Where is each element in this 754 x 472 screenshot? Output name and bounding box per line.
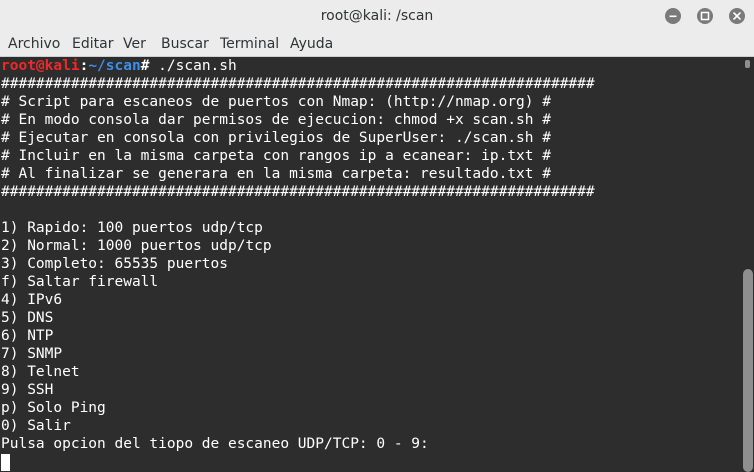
output-line: 2) Normal: 1000 puertos udp/tcp bbox=[1, 238, 272, 254]
scroll-stepper[interactable] bbox=[745, 60, 750, 68]
maximize-button[interactable] bbox=[697, 8, 713, 24]
text-cursor bbox=[1, 454, 10, 471]
output-line: 7) SNMP bbox=[1, 346, 63, 362]
menu-editar[interactable]: Editar bbox=[72, 32, 113, 56]
maximize-icon bbox=[700, 11, 710, 21]
output-line: # En modo consola dar permisos de ejecuc… bbox=[1, 112, 551, 128]
output-line: # Script para escaneos de puertos con Nm… bbox=[1, 94, 551, 110]
output-line: f) Saltar firewall bbox=[1, 274, 159, 290]
terminal-output[interactable]: root@kali:~/scan# ./scan.sh ############… bbox=[0, 57, 740, 472]
input-prompt-line: Pulsa opcion del tiopo de escaneo UDP/TC… bbox=[1, 436, 429, 452]
output-line: # Al finalizar se generara en la misma c… bbox=[1, 166, 551, 182]
menu-ayuda[interactable]: Ayuda bbox=[290, 32, 333, 56]
prompt-line: root@kali:~/scan# ./scan.sh bbox=[1, 57, 237, 75]
menu-buscar[interactable]: Buscar bbox=[161, 32, 209, 56]
title-bar[interactable]: root@kali: /scan bbox=[0, 0, 754, 33]
output-line: 9) SSH bbox=[1, 382, 54, 398]
output-line: ########################################… bbox=[1, 184, 595, 200]
output-line: 6) NTP bbox=[1, 328, 54, 344]
output-line: ########################################… bbox=[1, 76, 595, 92]
close-button[interactable] bbox=[729, 8, 745, 24]
minimize-button[interactable] bbox=[665, 8, 681, 24]
output-line: # Ejecutar en consola con privilegios de… bbox=[1, 130, 551, 146]
prompt-path: ~/scan bbox=[88, 58, 141, 74]
window-title: root@kali: /scan bbox=[320, 8, 434, 24]
scrollbar-thumb[interactable] bbox=[743, 269, 753, 472]
output-line: # Incluir en la misma carpeta con rangos… bbox=[1, 148, 551, 164]
menu-archivo[interactable]: Archivo bbox=[8, 32, 60, 56]
terminal-window: root@kali: /scan Archivo Editar Ver Busc… bbox=[0, 0, 754, 472]
output-line: 0) Salir bbox=[1, 418, 71, 434]
terminal-scrollbar[interactable] bbox=[740, 57, 754, 472]
prompt-command: ./scan.sh bbox=[149, 58, 237, 74]
output-line: 4) IPv6 bbox=[1, 292, 63, 308]
close-icon bbox=[733, 12, 741, 20]
menu-ver[interactable]: Ver bbox=[123, 32, 146, 56]
prompt-user-host: root@kali bbox=[1, 58, 80, 74]
menu-terminal[interactable]: Terminal bbox=[220, 32, 279, 56]
prompt-separator: : bbox=[79, 58, 89, 74]
output-line: 8) Telnet bbox=[1, 364, 80, 380]
output-line: 1) Rapido: 100 puertos udp/tcp bbox=[1, 220, 263, 236]
output-line: 5) DNS bbox=[1, 310, 54, 326]
output-line: 3) Completo: 65535 puertos bbox=[1, 256, 228, 272]
minimize-icon bbox=[669, 15, 677, 18]
menu-bar: Archivo Editar Ver Buscar Terminal Ayuda bbox=[0, 32, 754, 57]
output-line: p) Solo Ping bbox=[1, 400, 106, 416]
